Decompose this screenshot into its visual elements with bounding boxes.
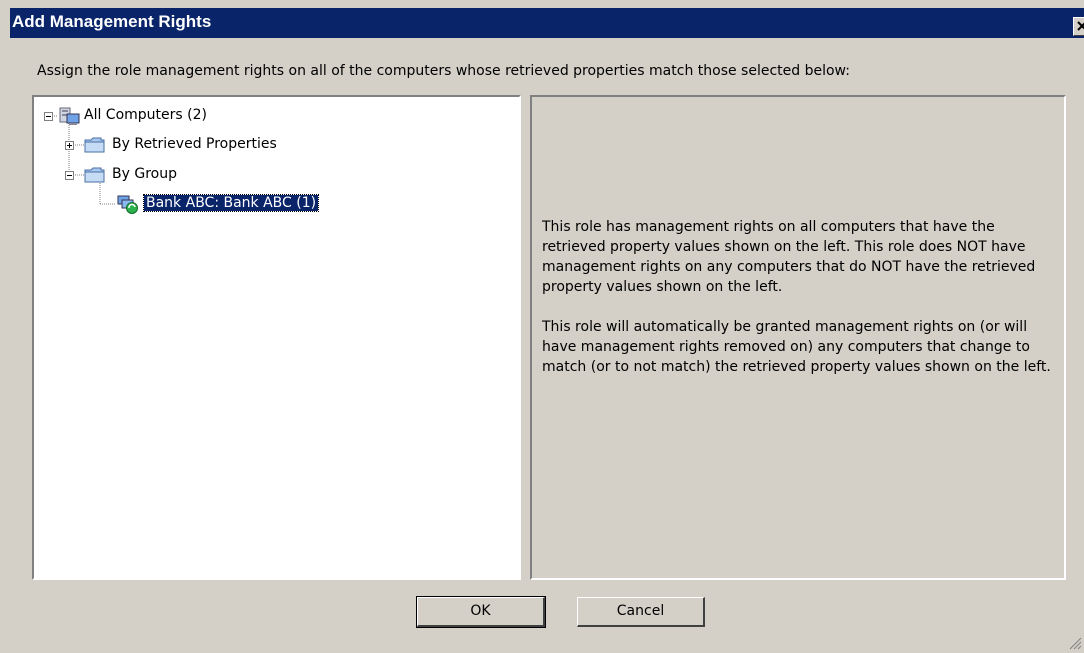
tree-view[interactable]: All Computers (2) By Retrieved Propertie…: [32, 95, 521, 580]
tree-label-selected: Bank ABC: Bank ABC (1): [142, 194, 320, 212]
tree-node-by-retrieved-properties[interactable]: By Retrieved Properties: [34, 135, 334, 155]
collapse-toggle[interactable]: [44, 112, 53, 121]
tree-node-bank-abc[interactable]: Bank ABC: Bank ABC (1): [34, 194, 394, 214]
computer-group-sync-icon: [117, 195, 138, 214]
tree-label: All Computers (2): [84, 107, 207, 123]
tree-label: By Group: [112, 166, 177, 182]
description-panel: This role has management rights on all c…: [530, 95, 1066, 580]
expand-toggle[interactable]: [65, 141, 74, 150]
tree-node-by-group[interactable]: By Group: [34, 165, 234, 185]
tree-node-all-computers[interactable]: All Computers (2): [34, 106, 284, 126]
plus-icon: [67, 143, 72, 148]
ok-button[interactable]: OK: [416, 596, 546, 628]
description-text: This role has management rights on all c…: [542, 217, 1057, 397]
minus-icon: [46, 116, 51, 117]
description-paragraph-1: This role has management rights on all c…: [542, 219, 1036, 295]
resize-grip-icon[interactable]: [1062, 630, 1082, 650]
window-title: Add Management Rights: [12, 12, 212, 31]
computers-icon: [59, 107, 80, 125]
title-bar[interactable]: Add Management Rights: [10, 8, 1084, 38]
description-paragraph-2: This role will automatically be granted …: [542, 319, 1051, 375]
close-icon: [1077, 21, 1084, 31]
cancel-button-label: Cancel: [616, 603, 665, 619]
collapse-toggle[interactable]: [65, 171, 74, 180]
folder-icon: [84, 167, 105, 183]
instruction-text: Assign the role management rights on all…: [37, 63, 850, 79]
ok-button-label: OK: [470, 603, 491, 619]
minus-icon: [67, 175, 72, 176]
add-management-rights-dialog: Add Management Rights Assign the role ma…: [0, 0, 1084, 653]
cancel-button[interactable]: Cancel: [577, 597, 705, 627]
close-button[interactable]: [1073, 17, 1084, 36]
tree-label: By Retrieved Properties: [112, 136, 277, 152]
folder-icon: [84, 137, 105, 153]
